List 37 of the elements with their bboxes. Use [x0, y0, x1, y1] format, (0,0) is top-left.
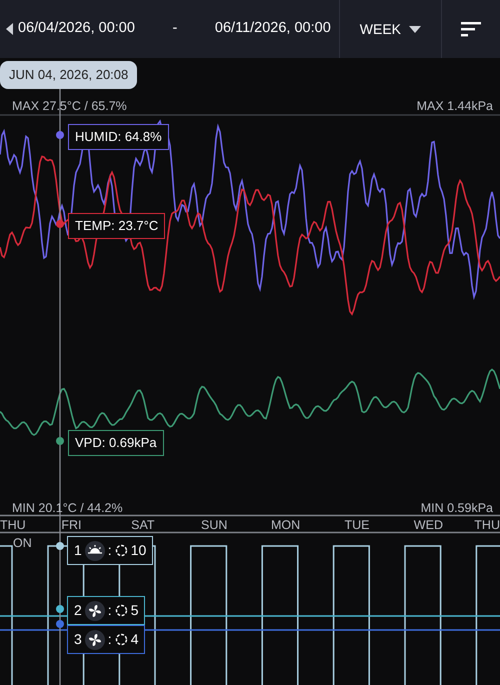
device-level-value: 4	[130, 630, 138, 649]
series-value-label: HUMID: 64.8%	[68, 124, 169, 150]
day-label: TUE	[344, 517, 370, 534]
day-label: THU	[0, 517, 26, 534]
colon-separator: :	[108, 541, 112, 560]
day-label: THU	[474, 517, 500, 534]
fan-icon	[84, 630, 105, 650]
device-level-value: 10	[130, 541, 146, 560]
device-number: 2	[74, 601, 82, 620]
timestamp-tooltip: JUN 04, 2026, 20:08	[0, 61, 138, 88]
min-vpd-label: MIN 0.59kPa	[420, 500, 493, 517]
dashed-circle-icon	[114, 544, 128, 557]
day-label: FRI	[61, 517, 82, 534]
fan-icon	[84, 600, 105, 620]
caret-icon	[409, 26, 421, 32]
device-number: 3	[74, 630, 82, 649]
day-label: SUN	[200, 517, 228, 534]
colon-separator: :	[108, 630, 112, 649]
day-label: WED	[414, 517, 443, 534]
date-separator: -	[172, 19, 178, 38]
colon-separator: :	[108, 601, 112, 620]
series-value-label: TEMP: 23.7°C	[68, 213, 166, 238]
sort-icon	[461, 22, 481, 36]
day-label: MON	[271, 517, 300, 534]
end-date[interactable]: 06/11/2026, 00:00	[214, 18, 331, 40]
device-level-value: 5	[130, 601, 138, 620]
dashed-circle-icon	[114, 633, 128, 646]
start-date[interactable]: 06/04/2026, 00:00	[18, 18, 135, 40]
dashed-circle-icon	[114, 604, 128, 617]
on-state-label: ON	[13, 535, 32, 552]
caret-left-icon	[6, 22, 14, 35]
range-dropdown[interactable]: WEEK	[340, 0, 441, 58]
device-number: 1	[74, 541, 82, 560]
day-label: SAT	[131, 517, 154, 534]
sunrise-icon	[84, 540, 105, 560]
max-vpd-label: MAX 1.44kPa	[416, 98, 493, 115]
series-value-label: VPD: 0.69kPa	[68, 430, 164, 456]
